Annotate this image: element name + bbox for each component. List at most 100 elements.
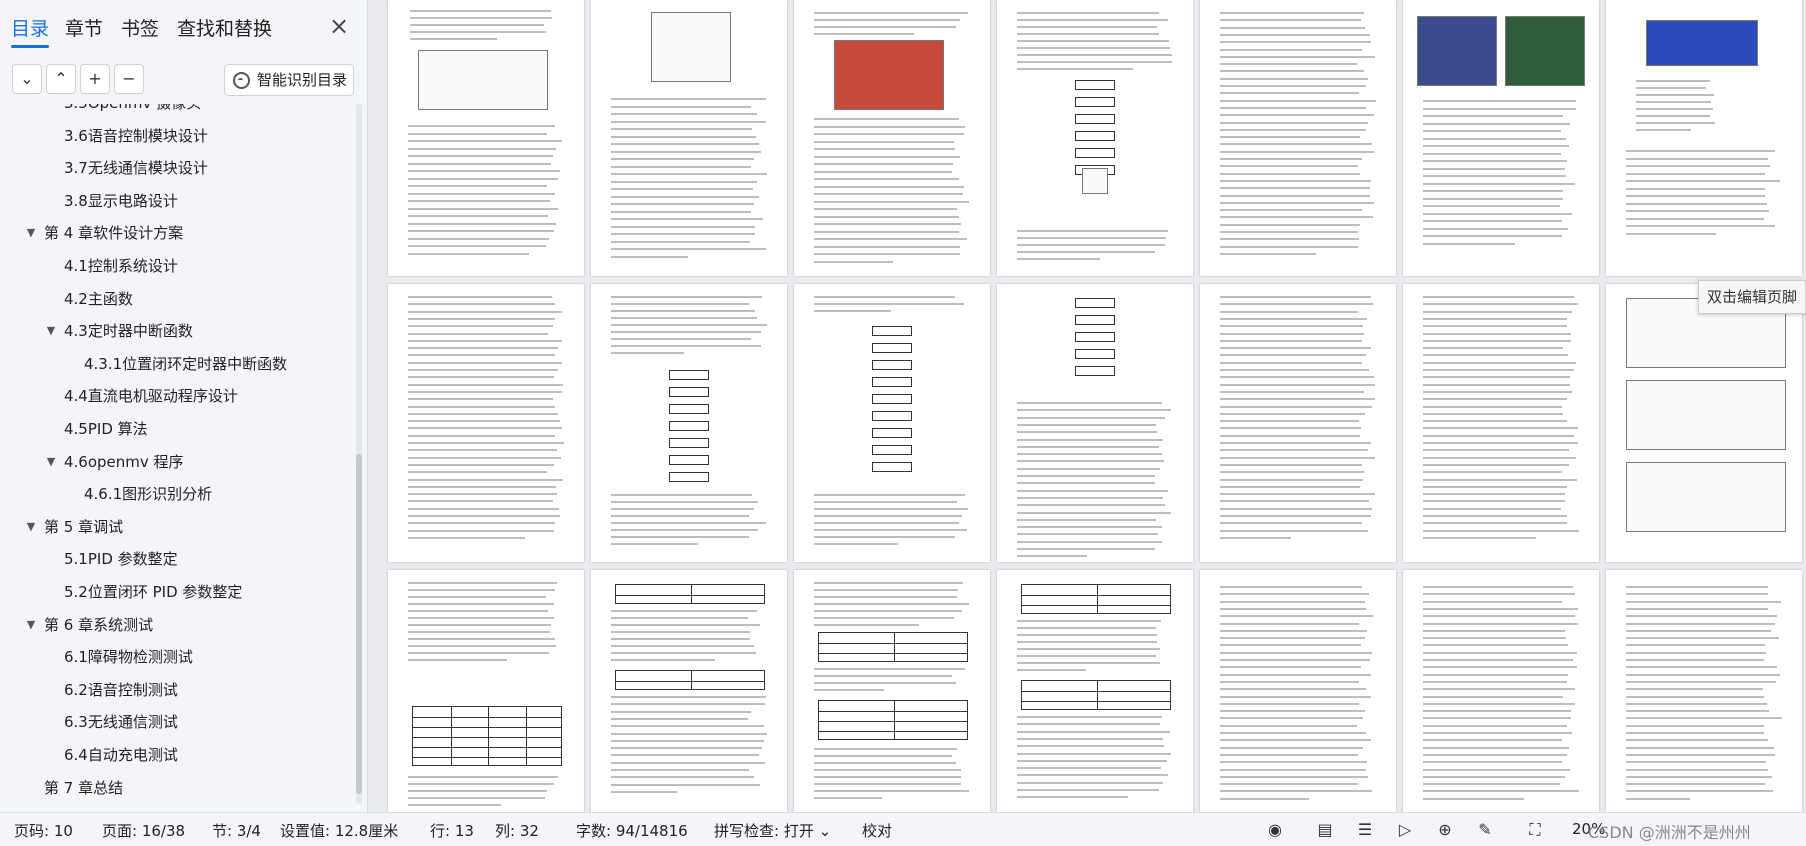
- status-setting-value[interactable]: 设置值: 12.8厘米: [280, 820, 398, 841]
- collapse-all-chevron-down-icon[interactable]: ⌄: [12, 64, 42, 94]
- page-thumbnail[interactable]: [1200, 284, 1396, 562]
- page-thumbnail[interactable]: [997, 284, 1193, 562]
- outline-view-icon[interactable]: ☰: [1354, 819, 1376, 841]
- expand-chevron-up-icon[interactable]: ⌃: [46, 64, 76, 94]
- text-line: [1626, 666, 1778, 669]
- pen-annotate-icon[interactable]: ✎: [1474, 819, 1496, 841]
- toc-scrollbar-thumb[interactable]: [356, 454, 362, 794]
- text-line: [611, 696, 767, 698]
- text-line: [1423, 651, 1578, 654]
- toc-item[interactable]: 3.6语音控制模块设计: [0, 121, 352, 151]
- toc-item[interactable]: ▼ 第 4 章软件设计方案: [0, 218, 352, 248]
- expand-triangle-icon[interactable]: ▼: [24, 512, 38, 542]
- toc-item[interactable]: 4.5PID 算法: [0, 414, 352, 444]
- status-col[interactable]: 列: 32: [495, 820, 539, 841]
- page-thumbnail[interactable]: [1403, 0, 1599, 276]
- text-line: [611, 324, 767, 326]
- text-line: [408, 485, 556, 488]
- page-thumbnail[interactable]: [997, 0, 1193, 276]
- text-line: [611, 105, 751, 108]
- status-page[interactable]: 页面: 16/38: [102, 820, 185, 841]
- play-icon[interactable]: ▷: [1394, 819, 1416, 841]
- toc-item[interactable]: ▼ 第 5 章调试: [0, 512, 352, 542]
- camera-module-photo: [834, 40, 944, 110]
- page-thumbnail[interactable]: [1200, 0, 1396, 276]
- toc-item-label: 5.2位置闭环 PID 参数整定: [64, 583, 243, 601]
- page-view-icon[interactable]: ▤: [1314, 819, 1336, 841]
- status-section[interactable]: 节: 3/4: [212, 820, 261, 841]
- text-line: [814, 260, 893, 263]
- page-thumbnail[interactable]: [794, 570, 990, 812]
- expand-triangle-icon[interactable]: ▼: [24, 218, 38, 248]
- tab-bookmarks[interactable]: 书签: [121, 14, 159, 44]
- status-row[interactable]: 行: 13: [430, 820, 474, 841]
- text-line: [1220, 41, 1372, 44]
- toc-item[interactable]: 4.1控制系统设计: [0, 251, 352, 281]
- toc-item[interactable]: 3.5Openmv 摄像头: [0, 104, 352, 118]
- toc-item[interactable]: 6.1障碍物检测测试: [0, 642, 352, 672]
- text-line: [1423, 317, 1567, 320]
- document-pages-area[interactable]: [369, 0, 1806, 812]
- close-icon[interactable]: ×: [326, 14, 352, 40]
- toc-item[interactable]: 5.1PID 参数整定: [0, 544, 352, 574]
- text-line: [611, 188, 753, 190]
- toc-item[interactable]: ▼ 4.6openmv 程序: [0, 447, 352, 477]
- text-line: [1220, 128, 1367, 131]
- page-thumbnail[interactable]: [1606, 0, 1802, 276]
- toc-item[interactable]: ▼ 4.3定时器中断函数: [0, 316, 352, 346]
- page-thumbnail[interactable]: [1403, 570, 1599, 812]
- smart-toc-button[interactable]: 智能识别目录: [224, 64, 354, 96]
- fit-page-icon[interactable]: ⛶: [1524, 819, 1546, 841]
- page-thumbnail[interactable]: [388, 284, 584, 562]
- page-thumbnail[interactable]: [794, 284, 990, 562]
- page-thumbnail[interactable]: [388, 0, 584, 276]
- web-view-globe-icon[interactable]: ⊕: [1434, 819, 1456, 841]
- page-thumbnail[interactable]: [1606, 570, 1802, 812]
- text-line: [1220, 637, 1366, 640]
- toc-item-label: 第 6 章系统测试: [44, 615, 154, 634]
- tab-chapters[interactable]: 章节: [65, 14, 103, 44]
- toc-item[interactable]: 3.8显示电路设计: [0, 186, 352, 216]
- eye-protection-icon[interactable]: ◉: [1264, 819, 1286, 841]
- toc-item[interactable]: 6.3无线通信测试: [0, 707, 352, 737]
- edit-footer-tooltip[interactable]: 双击编辑页脚: [1698, 280, 1806, 314]
- toc-item[interactable]: 4.2主函数: [0, 284, 352, 314]
- expand-triangle-icon[interactable]: ▼: [44, 447, 58, 477]
- toc-item[interactable]: 3.7无线通信模块设计: [0, 153, 352, 183]
- toc-item[interactable]: 第 7 章总结: [0, 773, 352, 803]
- toc-item[interactable]: 4.4直流电机驱动程序设计: [0, 381, 352, 411]
- text-line: [1626, 688, 1764, 691]
- toc-item[interactable]: 5.2位置闭环 PID 参数整定: [0, 577, 352, 607]
- status-proofread[interactable]: 校对: [862, 820, 892, 841]
- tab-find-replace[interactable]: 查找和替换: [177, 14, 272, 44]
- page-thumbnail[interactable]: [1200, 570, 1396, 812]
- toc-item[interactable]: 6.2语音控制测试: [0, 675, 352, 705]
- status-word-count[interactable]: 字数: 94/14816: [576, 820, 688, 841]
- remove-toc-item-minus-icon[interactable]: −: [114, 64, 144, 94]
- toc-item[interactable]: ▼ 第 6 章系统测试: [0, 610, 352, 640]
- page-thumbnail[interactable]: [794, 0, 990, 276]
- status-page-code[interactable]: 页码: 10: [14, 820, 73, 841]
- status-spellcheck[interactable]: 拼写检查: 打开 ⌄: [714, 820, 831, 841]
- page-thumbnail[interactable]: [997, 570, 1193, 812]
- text-line: [611, 248, 766, 250]
- page-thumbnail[interactable]: [388, 570, 584, 812]
- text-line: [814, 494, 966, 496]
- expand-triangle-icon[interactable]: ▼: [44, 316, 58, 346]
- expand-triangle-icon[interactable]: ▼: [24, 610, 38, 640]
- add-toc-item-plus-icon[interactable]: +: [80, 64, 110, 94]
- page-thumbnail[interactable]: [591, 284, 787, 562]
- toc-item[interactable]: 4.3.1位置闭环定时器中断函数: [0, 349, 352, 379]
- text-line: [1423, 593, 1575, 596]
- toc-item[interactable]: 6.4自动充电测试: [0, 740, 352, 770]
- tab-toc[interactable]: 目录: [11, 14, 50, 48]
- page-thumbnail[interactable]: [1403, 284, 1599, 562]
- toc-scrollbar[interactable]: [356, 104, 362, 804]
- page-thumbnail[interactable]: [1606, 284, 1802, 562]
- page-thumbnail[interactable]: [591, 0, 787, 276]
- toc-item[interactable]: 4.6.1图形识别分析: [0, 479, 352, 509]
- text-line: [1626, 724, 1764, 727]
- page-thumbnail[interactable]: [591, 570, 787, 812]
- text-line: [1626, 593, 1768, 596]
- text-line: [1220, 666, 1362, 669]
